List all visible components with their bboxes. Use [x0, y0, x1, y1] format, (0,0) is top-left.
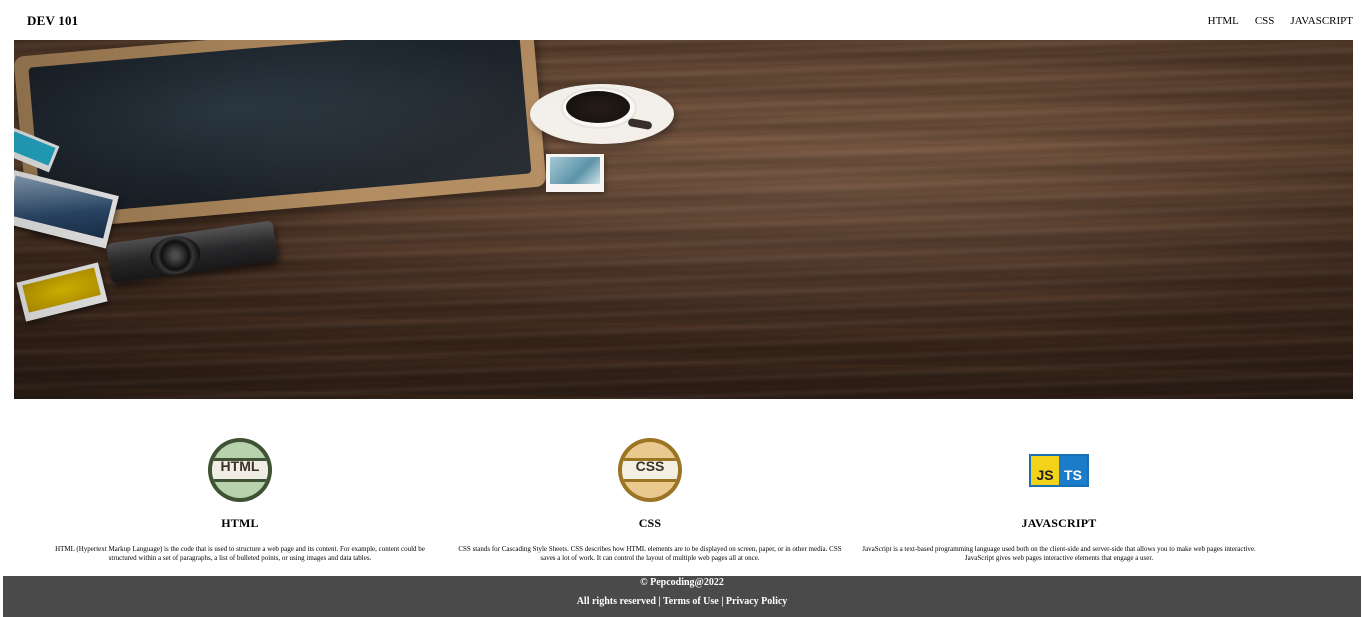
photo-blue: [14, 127, 60, 173]
brand-logo[interactable]: DEV 101: [27, 13, 78, 29]
features-section: HTML HTML HTML (Hypertext Markup Languag…: [0, 430, 1364, 570]
footer-rights: All rights reserved: [576, 596, 656, 607]
feature-description-javascript: JavaScript is a text-based programming l…: [862, 545, 1256, 562]
feature-title-html: HTML: [221, 516, 259, 530]
feature-description-css: CSS stands for Cascading Style Sheets. C…: [458, 545, 842, 562]
footer-copyright: © Pepcoding@2022: [640, 577, 724, 588]
cup-handle: [627, 117, 653, 131]
nav-link-css[interactable]: CSS: [1255, 15, 1275, 27]
coffee-saucer: [530, 84, 674, 144]
site-footer: © Pepcoding@2022 All rights reserved | T…: [3, 576, 1361, 617]
camera: [106, 220, 278, 284]
js-ts-badge-icon: JS TS: [1029, 454, 1089, 487]
photo-yellow: [16, 262, 108, 322]
nav-link-html[interactable]: HTML: [1208, 15, 1239, 27]
hero-image: [14, 40, 1353, 399]
css-badge-text: CSS: [635, 458, 665, 474]
coffee-cup: [561, 87, 637, 129]
photo-waves: [14, 169, 119, 249]
nav-link-javascript[interactable]: JAVASCRIPT: [1290, 15, 1353, 27]
camera-lens: [147, 233, 203, 278]
coffee: [566, 91, 630, 123]
feature-javascript: JS TS JAVASCRIPT JavaScript is a text-ba…: [859, 430, 1259, 562]
feature-description-html: HTML (Hypertext Markup Language) is the …: [55, 545, 425, 562]
terms-of-use-link[interactable]: Terms of Use: [663, 596, 719, 607]
feature-html: HTML HTML HTML (Hypertext Markup Languag…: [40, 430, 440, 562]
footer-links: All rights reserved | Terms of Use | Pri…: [3, 596, 1361, 607]
js-badge-text: JS: [1031, 456, 1059, 485]
html-badge-icon: HTML: [208, 438, 272, 502]
feature-css: CSS CSS CSS stands for Cascading Style S…: [450, 430, 850, 562]
feature-title-javascript: JAVASCRIPT: [1021, 516, 1097, 530]
site-header: DEV 101 HTML CSS JAVASCRIPT: [0, 0, 1364, 40]
main-nav: HTML CSS JAVASCRIPT: [1208, 15, 1353, 27]
footer-separator: |: [721, 596, 724, 607]
polaroid-photo-small: [546, 154, 604, 192]
privacy-policy-link[interactable]: Privacy Policy: [726, 596, 787, 607]
css-badge-icon: CSS: [618, 438, 682, 502]
chalkboard-slate: [14, 40, 547, 232]
html-badge-text: HTML: [220, 458, 260, 474]
ts-badge-text: TS: [1059, 456, 1087, 485]
footer-separator: |: [658, 596, 661, 607]
feature-title-css: CSS: [638, 516, 662, 530]
